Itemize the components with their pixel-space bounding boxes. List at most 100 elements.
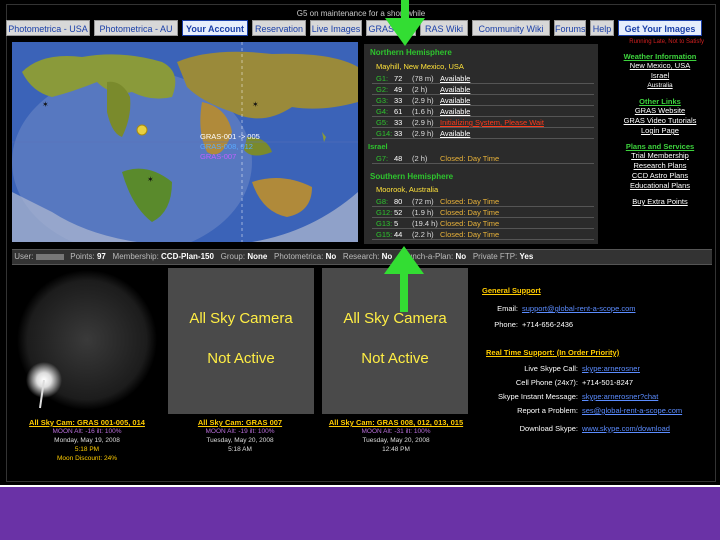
- user-label: User:: [14, 252, 34, 261]
- nav-photometrica-au[interactable]: Photometrica - AU: [94, 20, 178, 36]
- camera-3-line2: Not Active: [361, 350, 429, 367]
- nav-get-your-images[interactable]: Get Your Images: [618, 20, 702, 36]
- all-sky-camera-image[interactable]: [12, 268, 158, 414]
- download-skype-link[interactable]: www.skype.com/download: [582, 424, 670, 433]
- inactive-camera-panel: All Sky Camera Not Active: [168, 268, 314, 414]
- scope-row[interactable]: G1: 72 (78 m) Available: [372, 74, 594, 84]
- skype-im-link[interactable]: skype:arnerosner?chat: [582, 392, 658, 401]
- photometrica-label: Photometrica:: [273, 252, 324, 261]
- svg-text:✶: ✶: [147, 175, 154, 184]
- camera-1-moon-discount: Moon Discount: 24%: [57, 455, 117, 462]
- link-ccd-astro-plans[interactable]: CCD Astro Plans: [604, 171, 716, 181]
- scope-row[interactable]: G3: 33 (2.9 h) Available: [372, 96, 594, 106]
- weather-link-australia[interactable]: Australia: [604, 81, 716, 91]
- research-label: Research:: [342, 252, 380, 261]
- link-educational-plans[interactable]: Educational Plans: [604, 181, 716, 191]
- link-login-page[interactable]: Login Page: [604, 126, 716, 136]
- right-sidebar: Weather Information New Mexico, USA Isra…: [604, 52, 716, 207]
- report-problem-label: Report a Problem:: [517, 406, 578, 415]
- camera-2-caption: All Sky Cam: GRAS 007 MOON Alt: -19 ilt:…: [162, 418, 318, 454]
- nav-community-wiki[interactable]: Community Wiki: [472, 20, 550, 36]
- nav-ras-wiki[interactable]: RAS Wiki: [420, 20, 468, 36]
- launch-value: No: [455, 252, 467, 261]
- nav-forums[interactable]: Forums: [554, 20, 586, 36]
- link-buy-extra-points[interactable]: Buy Extra Points: [604, 197, 716, 207]
- camera-3-caption: All Sky Cam: GRAS 008, 012, 013, 015 MOO…: [318, 418, 474, 454]
- camera-3-moon: MOON Alt: -31 ilt: 100%: [361, 428, 431, 435]
- plans-heading: Plans and Services: [625, 142, 695, 151]
- camera-2-line1: All Sky Camera: [189, 310, 293, 327]
- cell-phone-value: +714-501-8247: [582, 378, 634, 387]
- support-email-link[interactable]: support@global-rent-a-scope.com: [522, 304, 636, 313]
- weather-heading: Weather Information: [623, 52, 697, 61]
- camera-1-title[interactable]: All Sky Cam: GRAS 001-005, 014: [12, 418, 162, 427]
- camera-2-date: Tuesday, May 20, 2008: [206, 437, 274, 444]
- link-trial-membership[interactable]: Trial Membership: [604, 151, 716, 161]
- email-label: Email:: [497, 304, 518, 313]
- scope-row[interactable]: G13: 5 (19.4 h) Closed: Day Time: [372, 219, 594, 229]
- camera-2-moon: MOON Alt: -19 ilt: 100%: [205, 428, 275, 435]
- camera-1-date: Monday, May 19, 2008: [54, 437, 120, 444]
- link-research-plans[interactable]: Research Plans: [604, 161, 716, 171]
- nav-reservation[interactable]: Reservation: [252, 20, 306, 36]
- scope-row[interactable]: G12: 52 (1.9 h) Closed: Day Time: [372, 208, 594, 218]
- slide-footer-bar: [0, 487, 720, 540]
- south-location: Moorook, Australia: [376, 185, 439, 194]
- membership-label: Membership:: [112, 252, 159, 261]
- map-label-gras-001: GRAS-001 -> 005: [200, 132, 260, 141]
- scope-row[interactable]: G8: 80 (72 m) Closed: Day Time: [372, 197, 594, 207]
- user-info-bar: User: Points: 97 Membership: CCD-Plan-15…: [12, 249, 712, 265]
- camera-3-line1: All Sky Camera: [343, 310, 447, 327]
- cell-phone-label: Cell Phone (24x7):: [515, 378, 578, 387]
- camera-1-time: 5:18 PM: [74, 446, 100, 453]
- nav-live-images[interactable]: Live Images: [310, 20, 362, 36]
- israel-heading: Israel: [368, 142, 388, 151]
- north-location: Mayhill, New Mexico, USA: [376, 62, 464, 71]
- skype-call-label: Live Skype Call:: [524, 364, 578, 373]
- camera-1-caption: All Sky Cam: GRAS 001-005, 014 MOON Alt:…: [12, 418, 162, 463]
- scope-row[interactable]: G5: 33 (2.9 h) Initializing System, Please …: [372, 118, 594, 128]
- scope-row[interactable]: G14: 33 (2.9 h) Available: [372, 129, 594, 139]
- camera-1-moon: MOON Alt: -16 ilt: 100%: [52, 428, 122, 435]
- scope-row[interactable]: G15: 44 (2.2 h) Closed: Day Time: [372, 230, 594, 240]
- skype-im-label: Skype Instant Message:: [497, 392, 578, 401]
- ftp-label: Private FTP:: [472, 252, 518, 261]
- map-label-gras-007: GRAS-007: [200, 152, 237, 161]
- points-value: 97: [96, 252, 106, 261]
- nav-photometrica-usa[interactable]: Photometrica - USA: [6, 20, 90, 36]
- weather-link-new-mexico[interactable]: New Mexico, USA: [604, 61, 716, 71]
- camera-3-title[interactable]: All Sky Cam: GRAS 008, 012, 013, 015: [318, 418, 474, 427]
- camera-3-date: Tuesday, May 20, 2008: [362, 437, 430, 444]
- download-skype-label: Download Skype:: [519, 424, 578, 433]
- redacted-username: [35, 253, 64, 260]
- points-label: Points:: [70, 252, 95, 261]
- svg-text:✶: ✶: [252, 100, 259, 109]
- phone-label: Phone:: [494, 320, 518, 329]
- world-daylight-map: ✶ ✶ ✶ GRAS-001 -> 005 GRAS-008, 012 GRAS…: [12, 42, 358, 242]
- support-phone: +714-656-2436: [522, 320, 574, 329]
- nav-your-account[interactable]: Your Account: [182, 20, 248, 36]
- other-links-heading: Other Links: [639, 97, 681, 106]
- nav-help[interactable]: Help: [590, 20, 614, 36]
- skype-call-link[interactable]: skype:arnerosner: [582, 364, 640, 373]
- south-heading: Southern Hemisphere: [370, 172, 454, 181]
- group-label: Group:: [220, 252, 246, 261]
- realtime-support-heading: Real Time Support: (In Order Priority): [486, 348, 620, 357]
- north-heading: Northern Hemisphere: [370, 48, 452, 57]
- map-label-gras-008: GRAS-008, 012: [200, 142, 253, 151]
- camera-2-title[interactable]: All Sky Cam: GRAS 007: [162, 418, 318, 427]
- camera-2-line2: Not Active: [207, 350, 275, 367]
- promo-text: Running Late, Not to Satisfy: [629, 39, 704, 45]
- scope-row[interactable]: G4: 61 (1.6 h) Available: [372, 107, 594, 117]
- general-support-heading[interactable]: General Support: [482, 286, 541, 295]
- link-gras-website[interactable]: GRAS Website: [604, 106, 716, 116]
- scope-row[interactable]: G2: 49 (2 h) Available: [372, 85, 594, 95]
- scope-row[interactable]: G7: 48 (2 h) Closed: Day Time: [372, 154, 594, 164]
- sun-position-icon: [136, 124, 148, 136]
- group-value: None: [247, 252, 268, 261]
- link-video-tutorials[interactable]: GRAS Video Tutorials: [604, 116, 716, 126]
- report-problem-link[interactable]: ses@global-rent-a-scope.com: [582, 406, 682, 415]
- weather-link-israel[interactable]: Israel: [604, 71, 716, 81]
- top-navigation: Photometrica - USA Photometrica - AU You…: [6, 20, 714, 38]
- world-map-graphic: ✶ ✶ ✶: [12, 42, 358, 242]
